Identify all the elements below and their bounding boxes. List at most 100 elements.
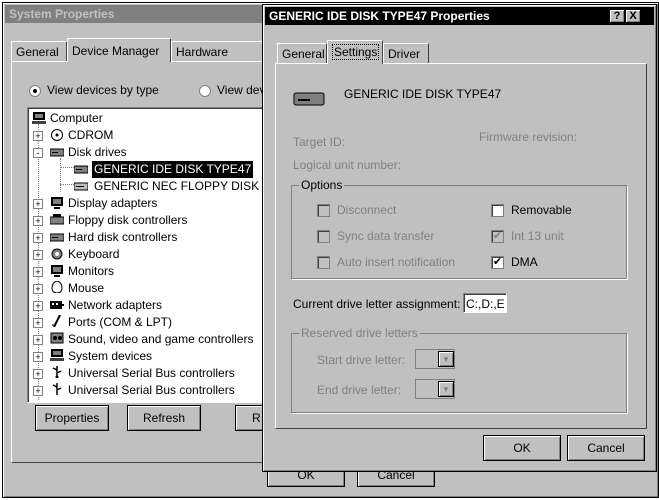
disk-drive-icon <box>50 148 64 157</box>
tree-item-label: Sound, video and game controllers <box>68 332 254 346</box>
port-icon <box>52 315 61 327</box>
network-icon <box>50 301 64 309</box>
sync-data-transfer-checkbox[interactable]: Sync data transfer <box>317 229 457 245</box>
system-properties-title: System Properties <box>9 7 115 21</box>
tree-item-label: Computer <box>50 111 103 125</box>
expand-icon[interactable]: + <box>33 250 43 260</box>
checkbox-checked-disabled[interactable]: ✔ <box>491 230 504 243</box>
radio-view-by-type[interactable]: View devices by type <box>29 83 169 99</box>
expand-icon[interactable]: + <box>33 369 43 379</box>
tree-item-label: Ports (COM & LPT) <box>68 315 173 329</box>
auto-insert-notification-checkbox[interactable]: Auto insert notification <box>317 255 477 271</box>
end-drive-letter-label: End drive letter: <box>317 383 402 397</box>
system-icon <box>50 349 64 361</box>
sound-icon <box>50 332 64 344</box>
monitor-icon <box>51 265 63 277</box>
expand-icon[interactable]: + <box>33 301 43 311</box>
expand-icon[interactable]: + <box>33 318 43 328</box>
current-drive-letter-field[interactable]: C:,D:,E <box>463 293 507 313</box>
dma-checkbox[interactable]: ✔ DMA <box>491 255 591 271</box>
expand-icon[interactable]: + <box>33 199 43 209</box>
ok-button[interactable]: OK <box>483 435 561 461</box>
checkbox-box[interactable] <box>317 256 330 269</box>
start-drive-letter-dropdown[interactable]: ▼ <box>415 349 455 369</box>
tab-settings[interactable]: Settings <box>327 40 383 64</box>
current-drive-letter-label: Current drive letter assignment: <box>293 297 461 311</box>
start-drive-letter-label: Start drive letter: <box>317 353 406 367</box>
expand-icon[interactable]: + <box>33 216 43 226</box>
expand-icon[interactable]: + <box>33 267 43 277</box>
options-group-title: Options <box>299 178 345 192</box>
tab-general[interactable]: General <box>277 43 327 63</box>
close-button[interactable]: X <box>625 9 641 23</box>
tree-item-label: Keyboard <box>68 247 120 261</box>
chevron-down-icon[interactable]: ▼ <box>438 351 454 367</box>
device-name: GENERIC IDE DISK TYPE47 <box>344 87 502 101</box>
checkbox-box[interactable] <box>317 230 330 243</box>
usb-icon <box>52 366 62 378</box>
chevron-down-icon[interactable]: ▼ <box>438 381 454 397</box>
checkbox-box[interactable] <box>491 204 504 217</box>
properties-button[interactable]: Properties <box>35 405 109 431</box>
disk-drive-icon <box>293 92 325 106</box>
firmware-revision-label: Firmware revision: <box>479 130 578 144</box>
tree-item-label: Monitors <box>68 264 115 278</box>
cancel-button[interactable]: Cancel <box>567 435 645 461</box>
tree-item-label-selected: GENERIC IDE DISK TYPE47 <box>92 161 254 178</box>
tree-item-label: System devices <box>68 349 153 363</box>
expand-icon[interactable]: + <box>33 233 43 243</box>
computer-icon <box>32 112 46 124</box>
system-properties-titlebar[interactable]: System Properties <box>5 5 264 23</box>
refresh-button[interactable]: Refresh <box>127 405 201 431</box>
tree-item-label: Mouse <box>68 281 105 295</box>
close-icon: X <box>629 10 637 22</box>
device-tree[interactable]: Computer + CDROM - Disk drives GENERIC I… <box>27 107 273 403</box>
checkbox-box[interactable] <box>317 204 330 217</box>
cdrom-icon <box>51 129 63 141</box>
expand-icon[interactable]: + <box>33 335 43 345</box>
tab-hardware-profiles[interactable]: Hardware Profiles <box>171 41 267 61</box>
disk-properties-dialog: GENERIC IDE DISK TYPE47 Properties ? X G… <box>262 4 657 472</box>
checkbox-checked[interactable]: ✔ <box>491 256 504 269</box>
reserved-drive-letters-group <box>291 333 627 413</box>
tree-item-label: Disk drives <box>68 145 127 159</box>
mouse-icon <box>51 281 63 293</box>
radio-view-by-type-label: View devices by type <box>47 83 159 97</box>
tree-item-label: Hard disk controllers <box>68 230 178 244</box>
radio-view-by-connection-label: View dev <box>217 83 266 97</box>
display-icon <box>51 197 63 209</box>
tree-item-label: GENERIC NEC FLOPPY DISK <box>94 179 260 193</box>
tab-device-manager[interactable]: Device Manager <box>67 38 171 62</box>
tree-item-label: Network adapters <box>68 298 163 312</box>
tree-item-label: Universal Serial Bus controllers <box>68 383 235 397</box>
help-button[interactable]: ? <box>609 9 625 23</box>
expand-icon[interactable]: + <box>33 131 43 141</box>
expand-icon[interactable]: + <box>33 386 43 396</box>
radio-button-selected[interactable] <box>29 85 41 97</box>
int13-unit-checkbox[interactable]: ✔ Int 13 unit <box>491 229 591 245</box>
keyboard-icon <box>51 248 63 260</box>
expand-icon[interactable]: + <box>33 352 43 362</box>
tree-item-label: Universal Serial Bus controllers <box>68 366 235 380</box>
expand-icon[interactable]: + <box>33 284 43 294</box>
hdd-controller-icon <box>50 233 64 242</box>
tree-item-label: Display adapters <box>68 196 158 210</box>
floppy-controller-icon <box>50 214 64 225</box>
usb-icon <box>52 383 62 395</box>
disconnect-checkbox[interactable]: Disconnect <box>317 203 437 219</box>
disk-drive-icon <box>74 165 88 174</box>
tab-general[interactable]: General <box>11 41 67 61</box>
end-drive-letter-dropdown[interactable]: ▼ <box>415 379 455 399</box>
radio-view-by-connection[interactable]: View dev <box>199 83 269 99</box>
tab-driver[interactable]: Driver <box>383 43 429 63</box>
floppy-icon <box>74 182 88 191</box>
disk-properties-title: GENERIC IDE DISK TYPE47 Properties <box>269 9 490 23</box>
tree-item-label: Floppy disk controllers <box>68 213 188 227</box>
reserved-drive-letters-title: Reserved drive letters <box>299 326 420 340</box>
logical-unit-label: Logical unit number: <box>293 158 402 172</box>
collapse-icon[interactable]: - <box>33 148 43 158</box>
removable-checkbox[interactable]: Removable <box>491 203 591 219</box>
radio-button-unselected[interactable] <box>199 85 211 97</box>
target-id-label: Target ID: <box>293 135 346 149</box>
disk-properties-titlebar[interactable]: GENERIC IDE DISK TYPE47 Properties <box>265 7 654 25</box>
